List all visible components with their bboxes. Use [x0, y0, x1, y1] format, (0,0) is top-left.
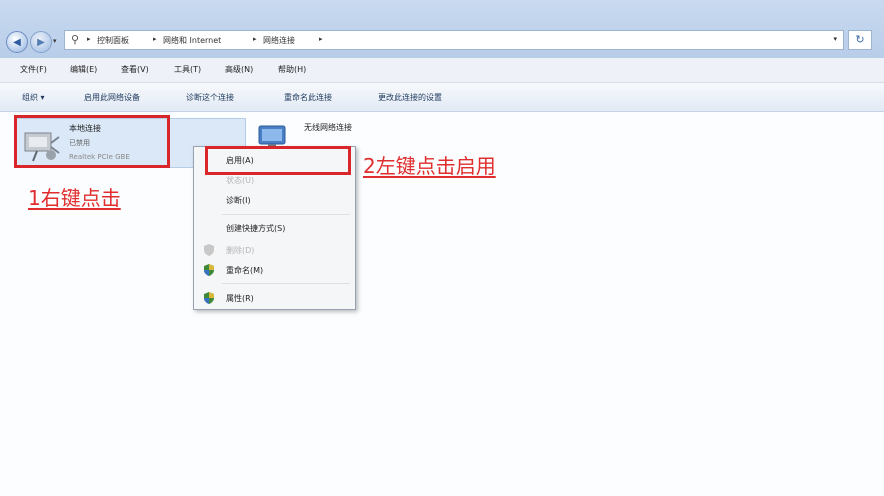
menu-help[interactable]: 帮助(H) — [278, 64, 306, 75]
context-separator — [222, 214, 350, 215]
address-field[interactable]: ⚲ ▸ 控制面板 ▸ 网络和 Internet ▸ 网络连接 ▸ ▾ — [64, 30, 844, 50]
arrow-left-icon: ◀ — [13, 36, 21, 48]
menu-file[interactable]: 文件(F) — [20, 64, 47, 75]
diagnose-button[interactable]: 诊断这个连接 — [186, 92, 234, 103]
highlight-local-connection — [14, 115, 170, 168]
control-panel-icon: ⚲ — [71, 33, 80, 46]
highlight-enable-item — [205, 146, 351, 175]
change-settings-button[interactable]: 更改此连接的设置 — [378, 92, 442, 103]
breadcrumb-control-panel[interactable]: 控制面板 — [97, 35, 129, 46]
rename-connection-button[interactable]: 重命名此连接 — [284, 92, 332, 103]
organize-button[interactable]: 组织 ▾ — [22, 92, 45, 103]
enable-device-button[interactable]: 启用此网络设备 — [84, 92, 140, 103]
context-properties[interactable]: 属性(R) — [194, 289, 355, 307]
menu-view[interactable]: 查看(V) — [121, 64, 149, 75]
arrow-right-icon: ▶ — [37, 36, 45, 48]
breadcrumb-separator[interactable]: ▸ — [253, 35, 257, 43]
refresh-icon: ↻ — [855, 33, 865, 46]
context-diagnose[interactable]: 诊断(I) — [194, 191, 355, 209]
context-separator — [222, 283, 350, 284]
address-bar-area: ◀ ▶ ▾ ⚲ ▸ 控制面板 ▸ 网络和 Internet ▸ 网络连接 ▸ ▾… — [0, 0, 884, 58]
shield-icon — [204, 292, 214, 304]
breadcrumb-separator[interactable]: ▸ — [319, 35, 323, 43]
context-create-shortcut[interactable]: 创建快捷方式(S) — [194, 219, 355, 237]
annotation-step1: 1右键点击 — [28, 186, 121, 210]
address-dropdown-icon[interactable]: ▾ — [833, 35, 837, 43]
context-rename[interactable]: 重命名(M) — [194, 261, 355, 279]
forward-button[interactable]: ▶ — [30, 31, 52, 53]
breadcrumb-network-internet[interactable]: 网络和 Internet — [163, 35, 221, 46]
annotation-step2: 2左键点击启用 — [363, 154, 496, 178]
shield-icon — [204, 244, 214, 256]
shield-icon — [204, 264, 214, 276]
back-button[interactable]: ◀ — [6, 31, 28, 53]
menu-bar: 文件(F) 编辑(E) 查看(V) 工具(T) 高级(N) 帮助(H) — [0, 58, 884, 83]
menu-advanced[interactable]: 高级(N) — [225, 64, 253, 75]
menu-edit[interactable]: 编辑(E) — [70, 64, 97, 75]
menu-tools[interactable]: 工具(T) — [174, 64, 201, 75]
refresh-button[interactable]: ↻ — [848, 30, 872, 50]
command-bar: 组织 ▾ 启用此网络设备 诊断这个连接 重命名此连接 更改此连接的设置 — [0, 83, 884, 112]
breadcrumb-separator[interactable]: ▸ — [87, 35, 91, 43]
breadcrumb-separator[interactable]: ▸ — [153, 35, 157, 43]
breadcrumb-network-connections[interactable]: 网络连接 — [263, 35, 295, 46]
wireless-connection-name: 无线网络连接 — [304, 123, 352, 132]
history-dropdown-icon[interactable]: ▾ — [53, 37, 57, 45]
context-delete: 删除(D) — [194, 241, 355, 259]
